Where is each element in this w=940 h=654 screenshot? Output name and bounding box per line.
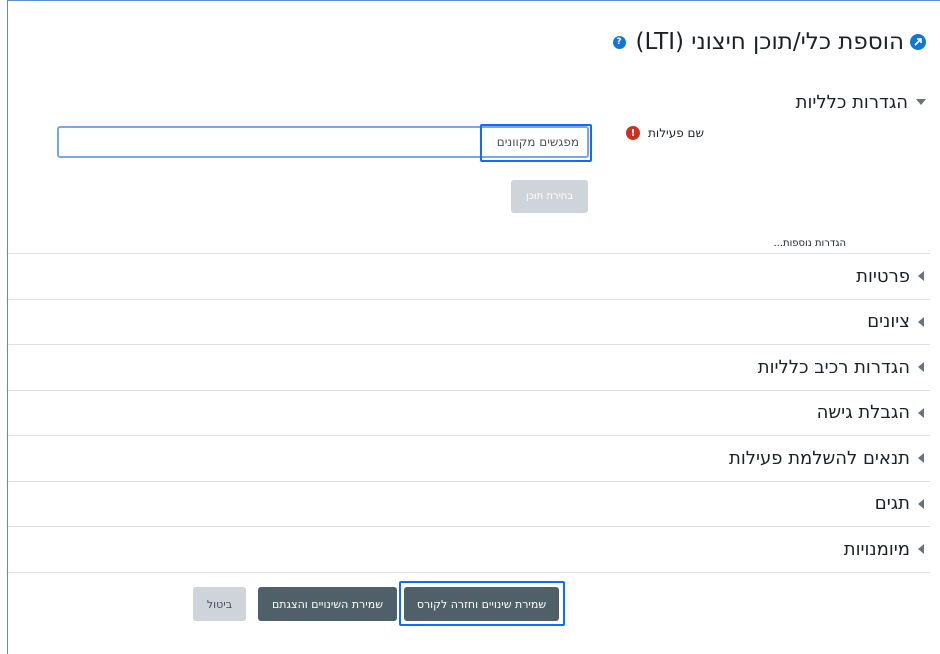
section-general-title: הגדרות כלליות — [795, 91, 908, 113]
section-title: פרטיות — [856, 265, 910, 287]
caret-down-icon — [916, 99, 926, 105]
section-title: הגדרות רכיב כלליות — [757, 356, 910, 378]
section-restrict-access[interactable]: הגבלת גישה — [8, 389, 930, 436]
collapsed-sections-list: פרטיות ציונים הגדרות רכיב כלליות הגבלת ג… — [8, 253, 930, 573]
section-common-module-settings[interactable]: הגדרות רכיב כלליות — [8, 344, 930, 390]
select-content-button[interactable]: בחירת תוכן — [511, 180, 588, 213]
section-general-header[interactable]: הגדרות כלליות — [796, 90, 926, 114]
sections-divider — [8, 571, 930, 573]
caret-right-icon — [918, 498, 924, 509]
caret-right-icon — [918, 407, 924, 418]
caret-right-icon — [918, 453, 924, 464]
activity-name-label: שם פעילות — [648, 126, 704, 140]
section-title: תנאים להשלמת פעילות — [728, 447, 910, 469]
caret-right-icon — [918, 271, 924, 282]
activity-name-input[interactable] — [57, 126, 589, 158]
section-grades[interactable]: ציונים — [8, 298, 930, 345]
frame-top-border — [7, 0, 940, 1]
save-and-display-button[interactable]: שמירת השינויים והצגתם — [258, 587, 397, 621]
section-tags[interactable]: תגים — [8, 480, 930, 527]
section-competencies[interactable]: מיומנויות — [8, 526, 930, 572]
section-activity-completion[interactable]: תנאים להשלמת פעילות — [8, 435, 930, 481]
section-privacy[interactable]: פרטיות — [8, 253, 930, 299]
more-settings-label: הגדרות נוספות... — [773, 238, 846, 249]
section-title: מיומנויות — [843, 538, 910, 560]
caret-right-icon — [918, 362, 924, 373]
page-header: הוספת כלי/תוכן חיצוני (LTI) ? — [612, 26, 926, 58]
caret-right-icon — [918, 544, 924, 555]
section-title: ציונים — [867, 311, 910, 333]
section-title: הגבלת גישה — [816, 402, 910, 424]
help-icon[interactable]: ? — [612, 35, 626, 49]
external-tool-icon — [910, 34, 926, 50]
save-and-return-button[interactable]: שמירת שינויים וחזרה לקורס — [404, 587, 559, 621]
caret-right-icon — [918, 316, 924, 327]
page-title: הוספת כלי/תוכן חיצוני (LTI) — [635, 29, 904, 55]
required-icon: ! — [626, 126, 641, 140]
cancel-button[interactable]: ביטול — [193, 587, 246, 621]
section-title: תגים — [874, 493, 910, 515]
activity-name-label-group: שם פעילות ! — [626, 126, 704, 140]
